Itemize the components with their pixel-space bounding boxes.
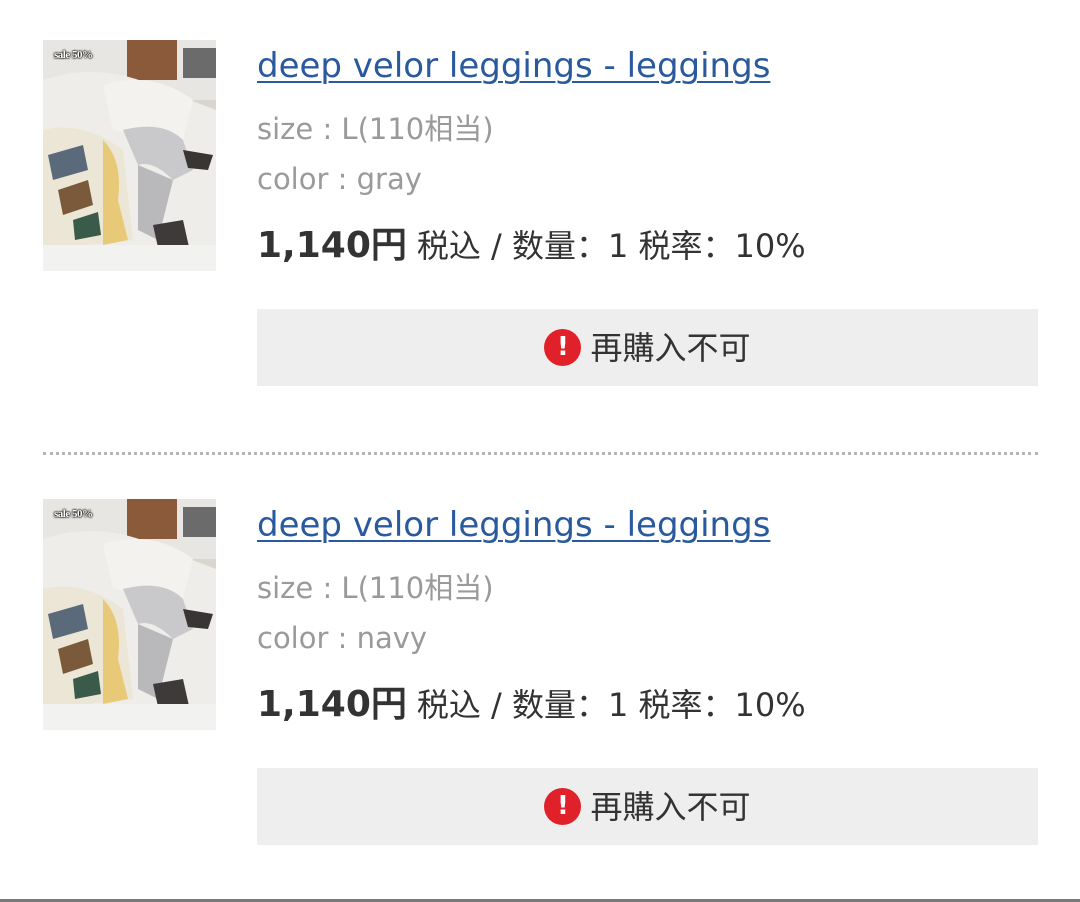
product-color: color : gray	[257, 162, 422, 196]
cart-item: sale 50% deep velor leggings - leggings …	[0, 459, 1080, 859]
product-size: size : L(110相当)	[257, 112, 494, 146]
product-title-link[interactable]: deep velor leggings - leggings	[257, 503, 770, 547]
product-size: size : L(110相当)	[257, 571, 494, 605]
item-divider	[43, 452, 1038, 455]
product-photo	[43, 499, 216, 730]
sale-badge: sale 50%	[54, 49, 93, 61]
rebuy-unavailable-bar: ! 再購入不可	[257, 768, 1038, 845]
exclamation-circle-icon: !	[544, 788, 582, 825]
product-photo	[43, 40, 216, 271]
product-thumbnail[interactable]: sale 50%	[43, 40, 216, 271]
price-line: 1,140円 税込 / 数量：1 税率：10%	[257, 224, 806, 268]
product-title-link[interactable]: deep velor leggings - leggings	[257, 44, 770, 88]
sale-badge: sale 50%	[54, 508, 93, 520]
cart-item: sale 50% deep velor leggings - leggings …	[0, 0, 1080, 400]
price-details: 税込 / 数量：1 税率：10%	[416, 227, 806, 265]
rebuy-unavailable-label: 再購入不可	[590, 787, 751, 826]
price-line: 1,140円 税込 / 数量：1 税率：10%	[257, 683, 806, 727]
exclamation-circle-icon: !	[544, 329, 582, 366]
product-thumbnail[interactable]: sale 50%	[43, 499, 216, 730]
product-price: 1,140円	[257, 225, 407, 266]
product-color: color : navy	[257, 621, 428, 655]
price-details: 税込 / 数量：1 税率：10%	[416, 686, 806, 724]
product-price: 1,140円	[257, 684, 407, 725]
rebuy-unavailable-label: 再購入不可	[590, 328, 751, 367]
rebuy-unavailable-bar: ! 再購入不可	[257, 309, 1038, 386]
